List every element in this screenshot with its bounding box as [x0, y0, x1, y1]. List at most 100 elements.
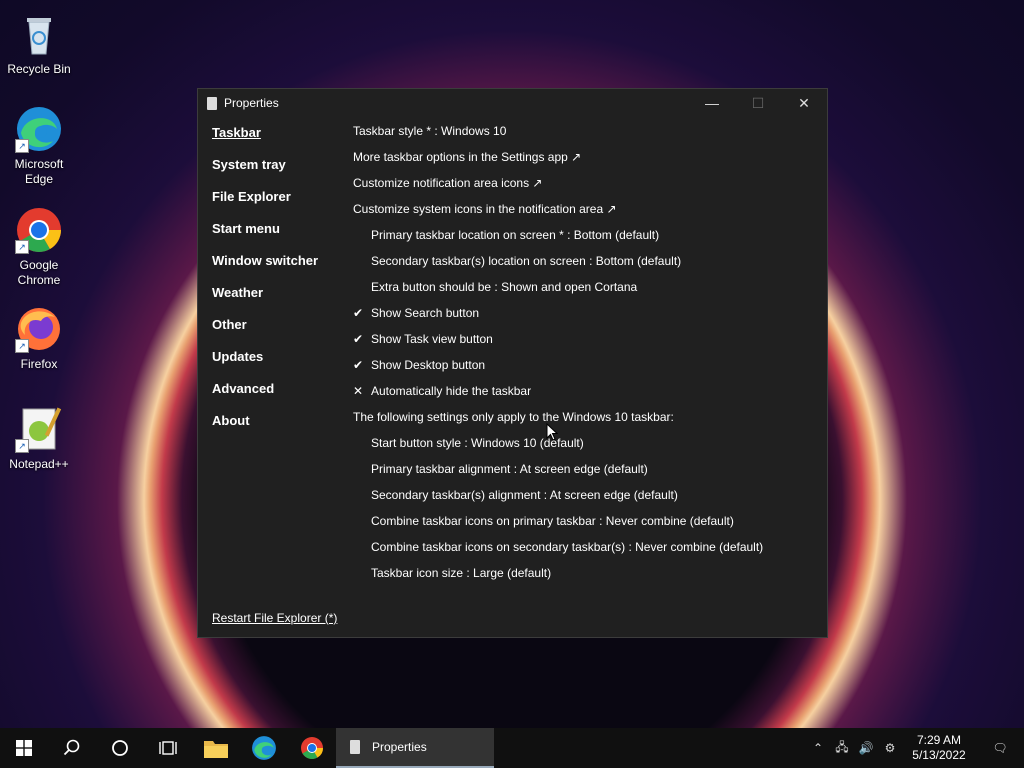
cortana-icon [112, 740, 128, 756]
search-icon [63, 739, 80, 756]
setting-extra-button[interactable]: Extra button should be : Shown and open … [353, 279, 763, 305]
checkbox-show-task-view[interactable]: ✔ Show Task view button [353, 331, 763, 357]
nav-item-advanced[interactable]: Advanced [212, 381, 318, 413]
checkbox-show-desktop[interactable]: ✔ Show Desktop button [353, 357, 763, 383]
system-tray: ⌃ 🖧 🔊 ⚙ 7:29 AM 5/13/2022 🗨 [806, 728, 1024, 768]
setting-label: Secondary taskbar(s) location on screen … [371, 254, 682, 268]
setting-label: Show Search button [371, 306, 480, 320]
window-title: Properties [224, 96, 279, 110]
setting-taskbar-style[interactable]: Taskbar style * : Windows 10 [353, 123, 763, 149]
check-icon: ✔ [353, 332, 364, 346]
volume-icon[interactable]: 🔊 [854, 741, 878, 755]
task-view-icon [159, 741, 177, 755]
taskbar: Properties ⌃ 🖧 🔊 ⚙ 7:29 AM 5/13/2022 🗨 [0, 728, 1024, 768]
setting-start-button-style[interactable]: Start button style : Windows 10 (default… [353, 435, 763, 461]
maximize-icon: ☐ [751, 94, 765, 111]
chrome-icon: ↗ [15, 206, 63, 254]
close-button[interactable]: ✕ [781, 89, 827, 117]
title-bar[interactable]: Properties — ☐ ✕ [198, 89, 827, 117]
folder-icon [204, 741, 228, 758]
settings-list: Taskbar style * : Windows 10 More taskba… [353, 123, 763, 591]
desktop-icon-label: Google Chrome [17, 258, 61, 287]
taskbar-chrome[interactable] [288, 728, 336, 768]
minimize-button[interactable]: — [689, 89, 735, 117]
task-view-button[interactable] [144, 728, 192, 768]
windows-logo-icon [16, 740, 32, 756]
nav-item-other[interactable]: Other [212, 317, 318, 349]
setting-primary-location[interactable]: Primary taskbar location on screen * : B… [353, 227, 763, 253]
setting-label: Show Desktop button [371, 358, 486, 372]
desktop-icon-microsoft-edge[interactable]: ↗ Microsoft Edge [1, 105, 77, 187]
cortana-button[interactable] [96, 728, 144, 768]
setting-label: Primary taskbar location on screen * : B… [371, 228, 660, 242]
setting-label: Combine taskbar icons on secondary taskb… [371, 540, 764, 554]
nav-item-file-explorer[interactable]: File Explorer [212, 189, 318, 221]
properties-window: Properties — ☐ ✕ Taskbar System tray Fil… [197, 88, 828, 638]
desktop-icon-google-chrome[interactable]: ↗ Google Chrome [1, 206, 77, 288]
setting-label: Primary taskbar alignment : At screen ed… [371, 462, 648, 476]
edge-icon: ↗ [15, 105, 63, 153]
taskbar-file-explorer[interactable] [192, 728, 240, 768]
mouse-cursor-icon [546, 423, 558, 441]
task-label: Properties [372, 740, 427, 754]
link-system-icons[interactable]: Customize system icons in the notificati… [353, 201, 763, 227]
network-icon[interactable]: 🖧 [830, 738, 854, 759]
notification-icon[interactable]: 🗨 [976, 741, 1024, 755]
taskbar-edge[interactable] [240, 728, 288, 768]
setting-label: Automatically hide the taskbar [371, 384, 532, 398]
checkbox-show-search[interactable]: ✔ Show Search button [353, 305, 763, 331]
setting-primary-alignment[interactable]: Primary taskbar alignment : At screen ed… [353, 461, 763, 487]
recycle-bin-icon [15, 10, 63, 58]
setting-label: Show Task view button [371, 332, 493, 346]
nav-item-updates[interactable]: Updates [212, 349, 318, 381]
setting-label: Taskbar icon size : Large (default) [371, 566, 552, 580]
setting-secondary-alignment[interactable]: Secondary taskbar(s) alignment : At scre… [353, 487, 763, 513]
checkbox-auto-hide[interactable]: ✕ Automatically hide the taskbar [353, 383, 763, 409]
notepad-plus-plus-icon: ↗ [15, 405, 63, 453]
link-notification-icons[interactable]: Customize notification area icons ↗ [353, 175, 763, 201]
nav-item-weather[interactable]: Weather [212, 285, 318, 317]
search-button[interactable] [48, 728, 96, 768]
chevron-up-icon[interactable]: ⌃ [806, 741, 830, 755]
maximize-button[interactable]: ☐ [735, 89, 781, 117]
shortcut-arrow-icon: ↗ [15, 139, 29, 153]
start-button[interactable] [0, 728, 48, 768]
sidebar-nav: Taskbar System tray File Explorer Start … [212, 125, 318, 445]
gear-icon[interactable]: ⚙ [878, 741, 902, 755]
minimize-icon: — [705, 95, 719, 111]
setting-icon-size[interactable]: Taskbar icon size : Large (default) [353, 565, 763, 591]
taskbar-properties-window[interactable]: Properties [336, 728, 494, 768]
setting-label: Extra button should be : Shown and open … [371, 280, 638, 294]
check-icon: ✔ [353, 306, 364, 320]
clock[interactable]: 7:29 AM 5/13/2022 [902, 733, 976, 763]
desktop-icon-label: Notepad++ [9, 457, 69, 471]
nav-item-start-menu[interactable]: Start menu [212, 221, 318, 253]
edge-icon [252, 736, 276, 760]
setting-secondary-location[interactable]: Secondary taskbar(s) location on screen … [353, 253, 763, 279]
cross-icon: ✕ [353, 384, 364, 398]
chrome-icon [301, 737, 323, 759]
desktop-icon-notepad-plus-plus[interactable]: ↗ Notepad++ [1, 405, 77, 472]
desktop-icon-label: Microsoft Edge [14, 157, 64, 186]
shortcut-arrow-icon: ↗ [15, 339, 29, 353]
setting-combine-secondary[interactable]: Combine taskbar icons on secondary taskb… [353, 539, 763, 565]
setting-combine-primary[interactable]: Combine taskbar icons on primary taskbar… [353, 513, 763, 539]
desktop-icon-firefox[interactable]: ↗ Firefox [1, 305, 77, 372]
link-settings-app[interactable]: More taskbar options in the Settings app… [353, 149, 763, 175]
section-note: The following settings only apply to the… [353, 410, 674, 424]
clock-date: 5/13/2022 [912, 748, 966, 762]
app-icon [350, 740, 360, 754]
clock-time: 7:29 AM [916, 733, 962, 747]
shortcut-arrow-icon: ↗ [15, 439, 29, 453]
nav-item-taskbar[interactable]: Taskbar [212, 125, 318, 157]
restart-explorer-link[interactable]: Restart File Explorer (*) [212, 611, 337, 625]
nav-item-window-switcher[interactable]: Window switcher [212, 253, 318, 285]
desktop-icon-label: Recycle Bin [7, 62, 71, 76]
nav-item-about[interactable]: About [212, 413, 318, 445]
shortcut-arrow-icon: ↗ [15, 240, 29, 254]
desktop-icon-recycle-bin[interactable]: Recycle Bin [1, 10, 77, 77]
close-icon: ✕ [798, 94, 810, 111]
app-icon [207, 96, 217, 110]
desktop-icon-label: Firefox [20, 357, 58, 371]
nav-item-system-tray[interactable]: System tray [212, 157, 318, 189]
